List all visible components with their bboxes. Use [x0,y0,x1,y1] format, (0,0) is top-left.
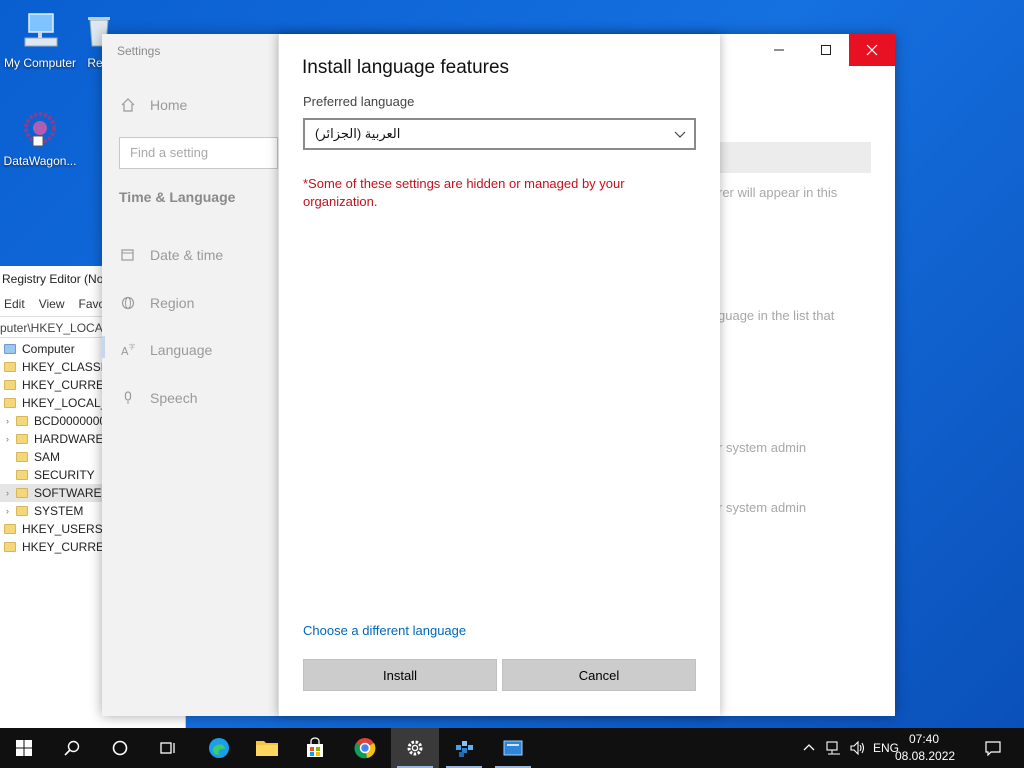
chrome-browser-icon [354,738,376,759]
preferred-language-select[interactable]: العربية (الجزائر) [303,118,696,150]
background-text: rer will appear in this [718,185,838,200]
search-icon [64,740,80,756]
settings-section-title: Time & Language [119,189,236,205]
choose-different-language-link[interactable]: Choose a different language [303,623,466,638]
taskbar-app[interactable] [489,728,537,768]
nav-language[interactable]: A字 Language [120,342,212,358]
settings-search-input[interactable]: Find a setting [119,137,278,169]
taskbar-chrome[interactable] [341,728,389,768]
datawagon-logo-icon [24,112,56,147]
nav-speech[interactable]: Speech [120,390,197,406]
settings-app-title: Settings [117,44,161,58]
install-language-dialog: Install language features Preferred lang… [278,34,720,716]
nav-region[interactable]: Region [120,295,194,311]
folder-icon [4,362,16,372]
svg-text:A: A [121,345,129,357]
folder-icon [16,470,28,480]
start-button[interactable] [0,728,48,768]
language-icon: A字 [120,342,136,358]
close-button[interactable] [849,34,895,66]
chevron-down-icon [674,131,686,138]
registry-editor-icon [456,741,473,757]
computer-icon [4,344,16,354]
clock-time: 07:40 [908,732,940,746]
settings-nav-pane: Settings Home Find a setting Time & Lang… [102,34,278,716]
edge-browser-icon [209,738,229,758]
chevron-right-icon[interactable]: › [6,412,16,430]
chevron-right-icon[interactable]: › [6,484,16,502]
install-button[interactable]: Install [303,659,497,691]
managed-settings-warning: *Some of these settings are hidden or ma… [303,176,625,209]
menu-view[interactable]: View [39,292,65,316]
preferred-language-label: Preferred language [303,94,415,109]
globe-icon [120,295,136,311]
background-field [718,142,871,173]
maximize-button[interactable] [803,34,849,66]
maximize-icon [821,45,831,55]
folder-icon [4,542,16,552]
desktop-icon-label: My Computer [3,56,77,70]
folder-icon [16,452,28,462]
action-center-button[interactable] [978,728,1008,768]
folder-icon [4,380,16,390]
computer-icon [24,13,58,47]
show-hidden-icons-button[interactable] [798,728,820,768]
nav-date-time[interactable]: Date & time [120,247,223,263]
microphone-icon [120,390,136,406]
cortana-button[interactable] [96,728,144,768]
cancel-button[interactable]: Cancel [502,659,696,691]
cortana-icon [112,740,128,756]
background-text: r system admin [718,440,807,455]
desktop-icon-my-computer[interactable]: My Computer [0,10,80,70]
svg-text:字: 字 [129,343,135,351]
windows-logo-icon [16,740,32,756]
folder-icon [256,741,278,756]
chevron-up-icon [803,744,815,751]
folder-icon [4,398,16,408]
network-icon [826,741,840,755]
gear-icon [407,740,423,756]
volume-button[interactable] [846,728,870,768]
taskbar-clock[interactable]: 07:40 08.08.2022 [895,731,956,765]
window-app-icon [503,740,523,756]
selected-language-value: العربية (الجزائر) [315,126,401,141]
taskbar-edge[interactable] [195,728,243,768]
desktop-icon-label: DataWagon... [3,154,77,168]
close-icon [866,44,878,56]
taskbar-registry-editor[interactable] [440,728,488,768]
folder-icon [16,416,28,426]
calendar-clock-icon [120,247,136,263]
network-button[interactable] [822,728,846,768]
task-view-icon [160,742,175,754]
folder-icon [4,524,16,534]
nav-selection-indicator [102,336,105,358]
minimize-icon [774,49,784,51]
background-text: r system admin [718,500,807,515]
clock-date: 08.08.2022 [895,749,956,763]
desktop-icon-datawagon[interactable]: DataWagon... [0,108,80,168]
search-button[interactable] [48,728,96,768]
folder-icon [16,506,28,516]
task-view-button[interactable] [144,728,192,768]
notification-icon [985,741,1001,756]
taskbar: ENG 07:40 08.08.2022 [0,728,1024,768]
chevron-right-icon[interactable]: › [6,502,16,520]
taskbar-settings[interactable] [391,728,439,768]
taskbar-store[interactable] [291,728,339,768]
nav-home[interactable]: Home [120,97,187,113]
minimize-button[interactable] [756,34,802,66]
chevron-right-icon[interactable]: › [6,430,16,448]
menu-edit[interactable]: Edit [4,292,25,316]
folder-icon [16,488,28,498]
dialog-title: Install language features [302,57,510,78]
folder-icon [16,434,28,444]
store-bag-icon [307,737,323,757]
home-icon [120,97,136,113]
speaker-icon [850,741,865,755]
background-text: guage in the list that [718,308,835,323]
taskbar-file-explorer[interactable] [243,728,291,768]
